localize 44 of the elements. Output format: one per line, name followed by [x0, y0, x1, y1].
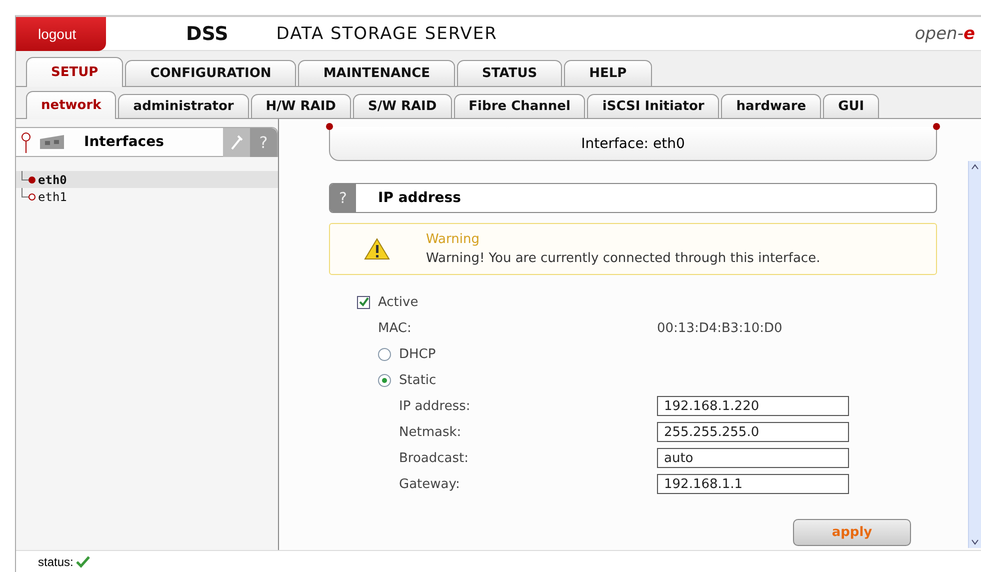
main-tab[interactable]: MAINTENANCE [298, 60, 456, 86]
checkbox[interactable] [357, 296, 370, 308]
field-label: MAC: [378, 320, 412, 336]
sub-tab[interactable]: iSCSI Initiator [587, 94, 720, 118]
warning-icon [364, 237, 390, 261]
field-label: Broadcast: [399, 450, 470, 466]
tree-root-icon [20, 131, 32, 153]
field-label: Gateway: [399, 476, 461, 492]
mac-value: 00:13:D4:B3:10:D0 [657, 320, 782, 336]
checkbox-label: Active [378, 294, 418, 310]
input-field[interactable]: auto [657, 448, 849, 468]
radio-label: Static [399, 372, 436, 388]
sub-tab[interactable]: network [26, 91, 116, 119]
main-tab[interactable]: SETUP [26, 57, 124, 87]
wrench-button[interactable] [223, 128, 250, 156]
input-field[interactable]: 192.168.1.220 [657, 396, 849, 416]
sub-tab[interactable]: hardware [721, 94, 822, 118]
wrench-icon [230, 134, 244, 150]
radio-button[interactable] [378, 348, 391, 360]
main-tab[interactable]: HELP [564, 60, 652, 86]
sub-tab[interactable]: H/W RAID [250, 94, 351, 118]
sub-tab[interactable]: GUI [823, 94, 880, 118]
radio-button[interactable] [378, 374, 391, 386]
app-title: DATA STORAGE SERVER [276, 24, 498, 44]
sub-tab[interactable]: Fibre Channel [454, 94, 586, 118]
brand-logo: open-e [914, 24, 975, 44]
logout-button[interactable]: logout [16, 16, 106, 50]
sub-tab[interactable]: administrator [118, 94, 249, 118]
input-field[interactable]: 255.255.255.0 [657, 422, 849, 442]
section-title: IP address [378, 190, 461, 206]
radio-label: DHCP [399, 346, 436, 362]
main-tab[interactable]: STATUS [457, 60, 562, 86]
tree-item[interactable]: eth0 [16, 171, 278, 188]
panel-title: Interfaces [84, 134, 165, 150]
main-tab[interactable]: CONFIGURATION [125, 60, 296, 86]
sub-tab[interactable]: S/W RAID [352, 94, 452, 118]
product-name: DSS [186, 22, 228, 44]
tree-item[interactable]: eth1 [16, 188, 278, 205]
warning-title: Warning [426, 232, 480, 247]
warning-message: Warning! You are currently connected through this interface. [426, 251, 820, 266]
field-label: Netmask: [399, 424, 462, 440]
status-label: status: [38, 554, 74, 568]
input-field[interactable]: 192.168.1.1 [657, 474, 849, 494]
field-label: IP address: [399, 398, 472, 414]
